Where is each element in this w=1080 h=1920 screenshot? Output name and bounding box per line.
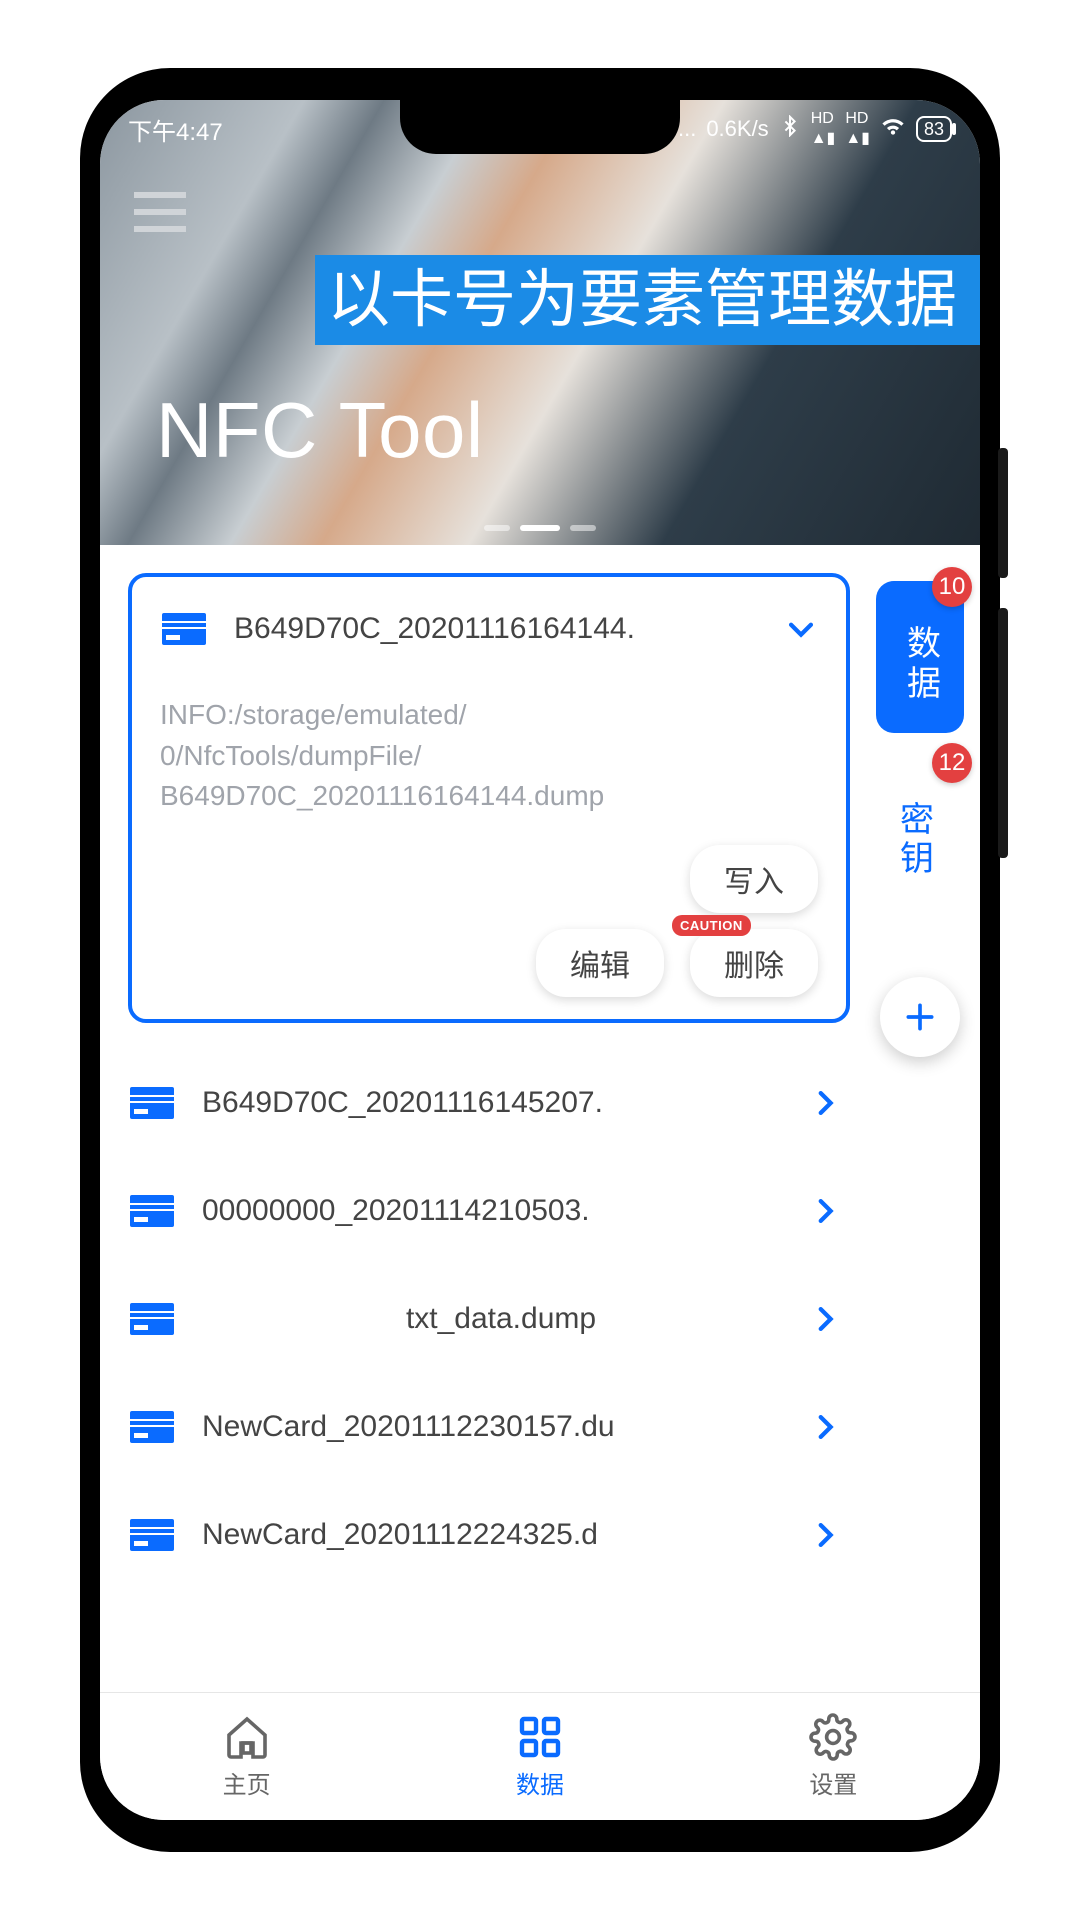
nav-label: 主页 — [223, 1765, 271, 1800]
add-button[interactable] — [880, 977, 960, 1057]
nav-home[interactable]: 主页 — [100, 1693, 393, 1820]
hero-title: NFC Tool — [156, 385, 484, 476]
card-icon — [128, 1301, 176, 1337]
home-icon — [223, 1713, 271, 1761]
phone-frame: 以卡号为要素管理数据 下午4:47 ... 0.6K/s HD▲▮ HD▲▮ 8… — [80, 68, 1000, 1852]
info-text: INFO:/storage/emulated/ 0/NfcTools/dumpF… — [160, 695, 818, 817]
list-item[interactable]: 00000000_20201114210503. — [128, 1157, 850, 1265]
nav-label: 数据 — [516, 1765, 564, 1800]
list-item-filename: NewCard_20201112230157.du — [202, 1410, 800, 1444]
write-button[interactable]: 写入 — [690, 845, 818, 913]
sim-hd-icon: HD▲▮ — [845, 110, 870, 148]
side-tab-keys[interactable]: 12 密 钥 — [876, 757, 964, 907]
list-item[interactable]: NewCard_20201112224325.d — [128, 1481, 850, 1589]
card-filename: B649D70C_20201116164144. — [234, 612, 776, 646]
card-icon — [128, 1409, 176, 1445]
list-item-filename: B649D70C_20201116145207. — [202, 1086, 800, 1120]
side-tab-label: 密 钥 — [900, 801, 940, 879]
side-panel: 10 数据 12 密 钥 — [860, 545, 980, 1692]
chevron-right-icon[interactable] — [808, 1194, 842, 1228]
sim-hd-icon: HD▲▮ — [811, 110, 836, 148]
grid-icon — [516, 1713, 564, 1761]
list-item-filename: 00000000_20201114210503. — [202, 1194, 800, 1228]
badge: 12 — [932, 743, 972, 783]
card-icon — [128, 1517, 176, 1553]
chevron-right-icon[interactable] — [808, 1410, 842, 1444]
menu-icon[interactable] — [134, 192, 186, 232]
list-item[interactable]: txt_data.dump — [128, 1265, 850, 1373]
expanded-card[interactable]: B649D70C_20201116164144. INFO:/storage/e… — [128, 573, 850, 1023]
list-item-filename: NewCard_20201112224325.d — [202, 1518, 800, 1552]
banner-overlay: 以卡号为要素管理数据 — [315, 255, 980, 345]
nav-data[interactable]: 数据 — [393, 1693, 686, 1820]
carousel-dots[interactable] — [484, 525, 596, 531]
list-item[interactable]: B649D70C_20201116145207. — [128, 1049, 850, 1157]
status-indicators: ... 0.6K/s HD▲▮ HD▲▮ 83 — [678, 110, 952, 148]
nav-settings[interactable]: 设置 — [687, 1693, 980, 1820]
list-panel[interactable]: B649D70C_20201116164144. INFO:/storage/e… — [100, 545, 860, 1692]
caution-badge: CAUTION — [672, 915, 751, 936]
list-item[interactable]: NewCard_20201112230157.du — [128, 1373, 850, 1481]
side-tab-data[interactable]: 10 数据 — [876, 581, 964, 733]
card-icon — [128, 1193, 176, 1229]
side-tab-label: 数据 — [900, 625, 939, 705]
bluetooth-icon — [779, 115, 801, 143]
chevron-right-icon[interactable] — [808, 1518, 842, 1552]
chevron-right-icon[interactable] — [808, 1086, 842, 1120]
badge: 10 — [932, 567, 972, 607]
notch — [400, 100, 680, 154]
card-icon — [128, 1085, 176, 1121]
chevron-down-icon[interactable] — [784, 612, 818, 646]
phone-side-button — [998, 448, 1008, 578]
battery-icon: 83 — [916, 116, 952, 142]
nav-label: 设置 — [809, 1765, 857, 1800]
chevron-right-icon[interactable] — [808, 1302, 842, 1336]
card-icon — [160, 611, 208, 647]
edit-button[interactable]: 编辑 — [536, 929, 664, 997]
phone-side-button — [998, 608, 1008, 858]
wifi-icon — [880, 113, 906, 145]
main-area: B649D70C_20201116164144. INFO:/storage/e… — [100, 545, 980, 1692]
gear-icon — [809, 1713, 857, 1761]
bottom-nav: 主页 数据 设置 — [100, 1692, 980, 1820]
list-item-filename: txt_data.dump — [202, 1302, 800, 1336]
delete-button[interactable]: CAUTION 删除 — [690, 929, 818, 997]
status-time: 下午4:47 — [128, 112, 223, 147]
signal-dots-icon: ... — [678, 116, 696, 142]
net-speed: 0.6K/s — [706, 116, 768, 142]
screen: 以卡号为要素管理数据 下午4:47 ... 0.6K/s HD▲▮ HD▲▮ 8… — [100, 100, 980, 1820]
